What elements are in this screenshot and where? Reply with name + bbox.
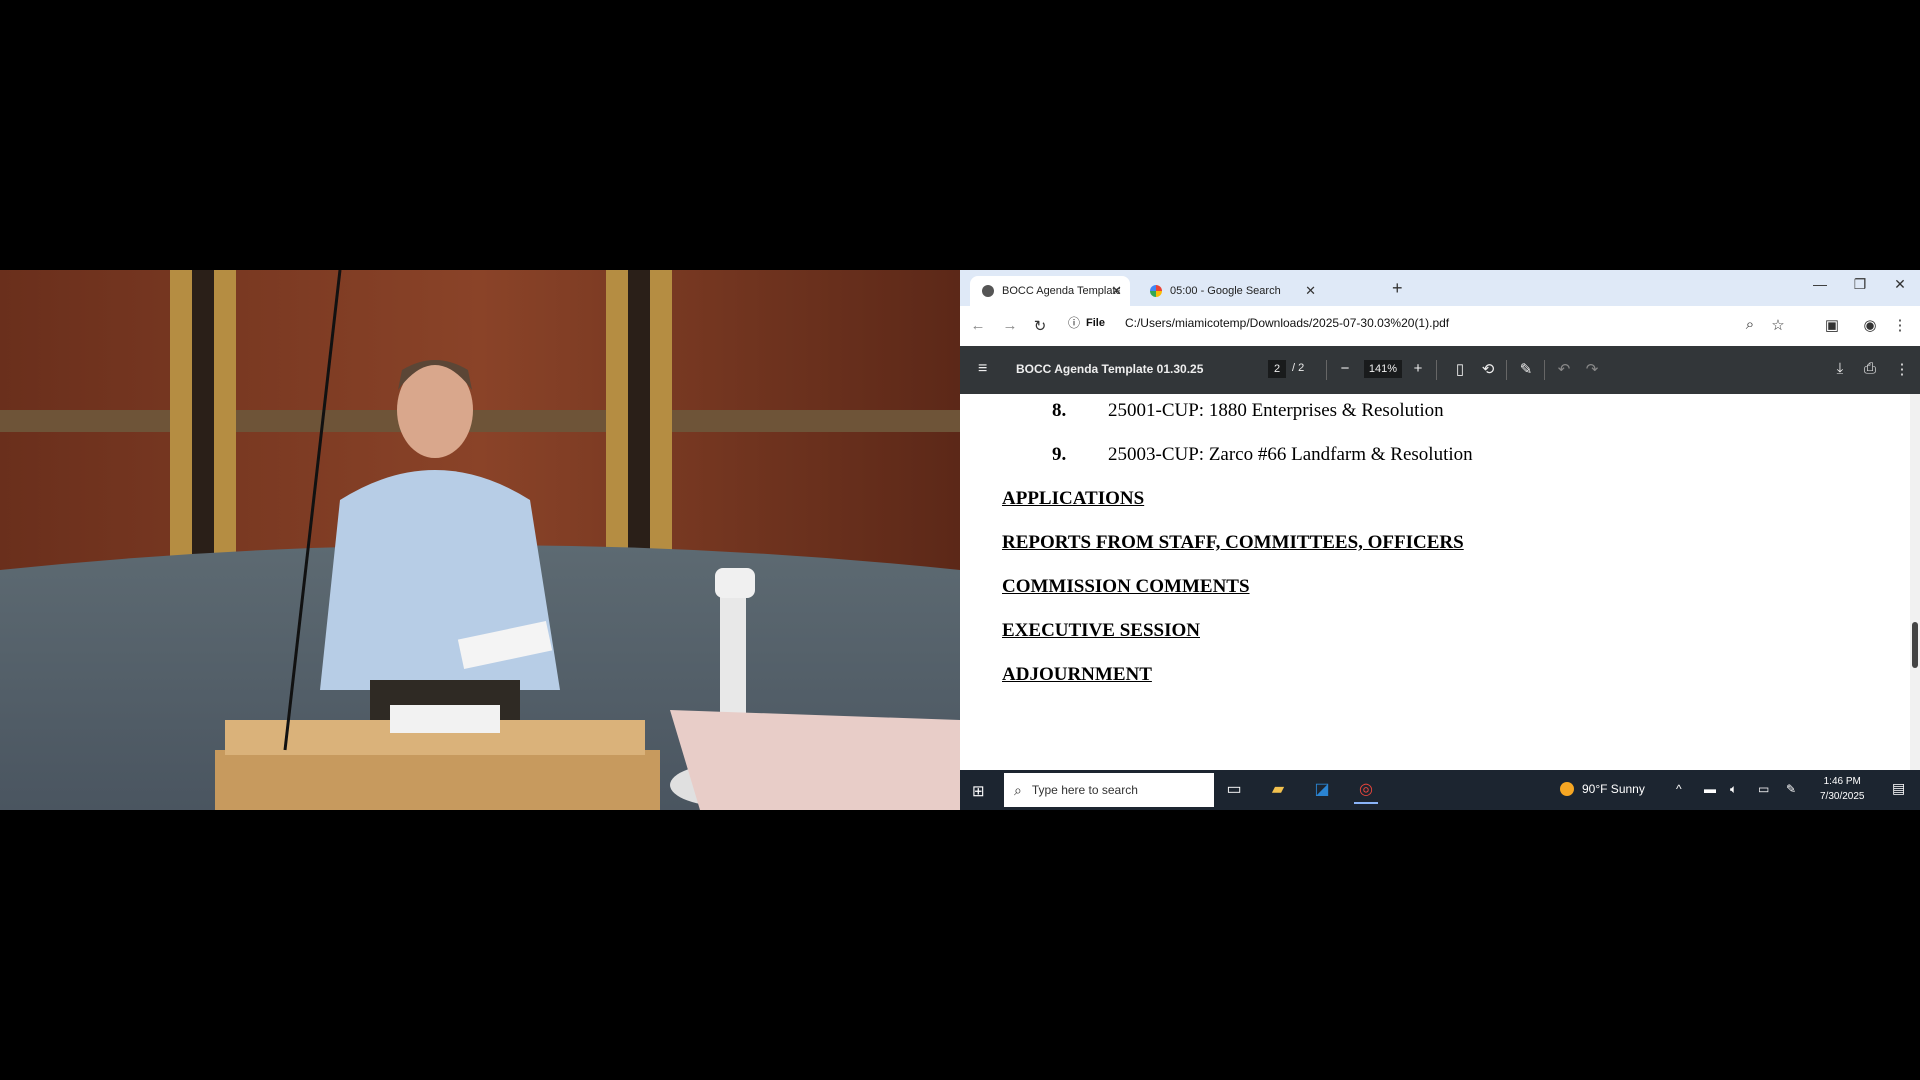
separator	[1436, 360, 1437, 380]
meeting-video-feed	[0, 270, 960, 810]
item-text: 25003-CUP: Zarco #66 Landfarm & Resoluti…	[1108, 444, 1473, 465]
network-icon[interactable]: ▭	[1758, 782, 1769, 796]
hamburger-menu-icon[interactable]: ≡	[978, 360, 987, 378]
pen-icon[interactable]: ✎	[1786, 782, 1796, 796]
more-options-icon[interactable]: ⋮	[1892, 360, 1912, 378]
heading-reports: REPORTS FROM STAFF, COMMITTEES, OFFICERS	[1002, 532, 1464, 553]
new-tab-button[interactable]: +	[1392, 278, 1403, 299]
pdf-page: 8. 25001-CUP: 1880 Enterprises & Resolut…	[960, 394, 1920, 770]
rotate-icon[interactable]: ⟲	[1478, 360, 1498, 378]
browser-tab-strip: BOCC Agenda Template 01.30.2 ✕ 05:00 - G…	[960, 270, 1920, 306]
url-text: C:/Users/miamicotemp/Downloads/2025-07-3…	[1124, 315, 1450, 330]
taskbar-search-box[interactable]: ⌕ Type here to search	[1004, 773, 1214, 807]
tab-google-search[interactable]: 05:00 - Google Search ✕	[1138, 276, 1324, 306]
forward-button[interactable]: →	[1000, 317, 1020, 334]
file-explorer-icon[interactable]: ▰	[1266, 778, 1290, 802]
reload-button[interactable]: ↻	[1030, 317, 1050, 335]
bookmark-star-icon[interactable]: ☆	[1768, 316, 1788, 334]
globe-icon	[982, 285, 994, 297]
close-icon[interactable]: ✕	[1111, 283, 1122, 299]
time: 1:46 PM	[1823, 776, 1861, 787]
task-view-icon[interactable]: ▭	[1222, 778, 1246, 802]
page-number-input[interactable]: 2	[1268, 360, 1286, 378]
weather-widget[interactable]: 90°F Sunny	[1560, 782, 1645, 796]
separator	[1544, 360, 1545, 380]
taskbar-clock[interactable]: 1:46 PM 7/30/2025	[1820, 774, 1865, 804]
google-icon	[1150, 285, 1162, 297]
close-icon[interactable]: ✕	[1305, 283, 1316, 299]
info-icon[interactable]: ⓘ	[1068, 314, 1080, 331]
tab-search-icon[interactable]: ▣	[1822, 316, 1842, 334]
windows-taskbar: ⊞ ⌕ Type here to search ▭ ▰ ◪ ◎ 90°F Sun…	[960, 770, 1920, 810]
heading-adjournment: ADJOURNMENT	[1002, 664, 1152, 685]
zoom-level-input[interactable]: 141%	[1364, 360, 1402, 378]
heading-applications: APPLICATIONS	[1002, 488, 1145, 509]
search-placeholder: Type here to search	[1031, 783, 1138, 797]
video-scene	[0, 270, 960, 810]
heading-commission-comments: COMMISSION COMMENTS	[1002, 576, 1250, 597]
item-number: 9.	[1052, 444, 1067, 465]
battery-icon[interactable]: ▬	[1704, 782, 1716, 796]
vertical-scrollbar[interactable]	[1910, 394, 1920, 770]
separator	[1326, 360, 1327, 380]
redo-icon[interactable]: ↷	[1582, 360, 1602, 378]
chevron-up-icon[interactable]: ^	[1676, 782, 1682, 796]
scheme-label: File	[1086, 316, 1105, 329]
date: 7/30/2025	[1820, 791, 1865, 802]
heading-executive-session: EXECUTIVE SESSION	[1002, 620, 1200, 641]
shared-screen: BOCC Agenda Template 01.30.2 ✕ 05:00 - G…	[960, 270, 1920, 810]
notification-icon[interactable]: ▤	[1892, 780, 1905, 797]
print-icon[interactable]: ⎙	[1860, 360, 1880, 377]
profile-icon[interactable]: ◉	[1860, 316, 1880, 334]
zoom-icon[interactable]: ⌕	[1740, 316, 1760, 333]
sun-icon	[1560, 782, 1574, 796]
tab-title: 05:00 - Google Search	[1170, 285, 1281, 297]
chrome-icon[interactable]: ◎	[1354, 778, 1378, 804]
item-text: 25001-CUP: 1880 Enterprises & Resolution	[1108, 400, 1444, 421]
close-window-button[interactable]: ✕	[1880, 276, 1920, 293]
outlook-icon[interactable]: ◪	[1310, 778, 1334, 802]
item-number: 8.	[1052, 400, 1067, 421]
separator	[1506, 360, 1507, 380]
volume-icon[interactable]: 🔈︎	[1730, 782, 1737, 797]
windows-icon[interactable]: ⊞	[972, 782, 985, 800]
download-icon[interactable]: ⤓	[1830, 360, 1850, 377]
search-icon: ⌕	[1014, 781, 1022, 798]
zoom-out-button[interactable]: −	[1335, 360, 1355, 377]
zoom-in-button[interactable]: +	[1408, 360, 1428, 377]
undo-icon[interactable]: ↶	[1554, 360, 1574, 378]
address-bar: ← → ↻ ⓘ File C:/Users/miamicotemp/Downlo…	[960, 306, 1920, 346]
scroll-thumb[interactable]	[1912, 622, 1918, 668]
fit-page-icon[interactable]: ▯	[1450, 360, 1470, 378]
page-total: / 2	[1292, 362, 1305, 374]
restore-button[interactable]: ❐	[1840, 276, 1880, 293]
weather-text: 90°F Sunny	[1582, 782, 1645, 796]
tab-title: BOCC Agenda Template 01.30.2	[1002, 285, 1120, 297]
menu-icon[interactable]: ⋮	[1890, 316, 1910, 334]
annotate-pen-icon[interactable]: ✎	[1516, 360, 1536, 378]
pdf-toolbar: ≡ BOCC Agenda Template 01.30.25 2 / 2 − …	[960, 346, 1920, 394]
omnibox[interactable]: ⓘ File C:/Users/miamicotemp/Downloads/20…	[1068, 314, 1449, 331]
pdf-title: BOCC Agenda Template 01.30.25	[1016, 362, 1204, 376]
minimize-button[interactable]: —	[1800, 276, 1840, 292]
tab-bocc-agenda[interactable]: BOCC Agenda Template 01.30.2 ✕	[970, 276, 1130, 306]
back-button[interactable]: ←	[968, 317, 988, 334]
